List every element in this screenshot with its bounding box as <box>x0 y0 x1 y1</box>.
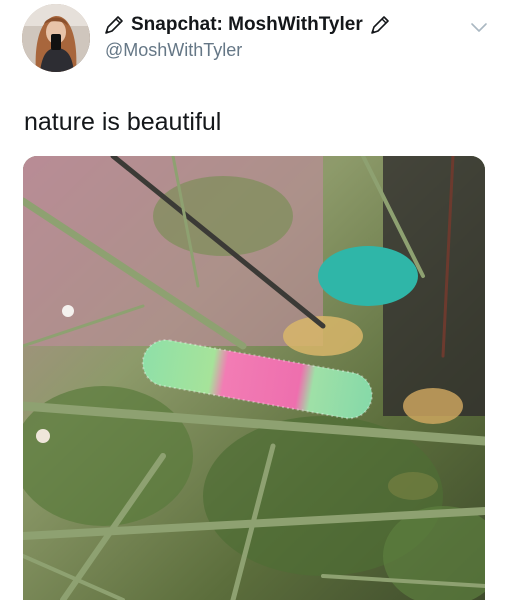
user-avatar[interactable] <box>22 4 90 72</box>
pencil-icon <box>369 14 391 36</box>
chevron-down-icon[interactable] <box>468 18 490 36</box>
user-handle[interactable]: @MoshWithTyler <box>105 40 391 61</box>
tweet-media-image[interactable] <box>23 156 485 600</box>
gummy-worm-photo <box>23 156 485 600</box>
avatar-photo <box>22 4 90 72</box>
user-names: Snapchat: MoshWithTyler @MoshWithTyler <box>103 12 391 61</box>
tweet-text: nature is beautiful <box>24 108 222 136</box>
pencil-icon <box>103 14 125 36</box>
tweet-card: Snapchat: MoshWithTyler @MoshWithTyler n… <box>0 0 508 600</box>
display-name[interactable]: Snapchat: MoshWithTyler <box>131 14 363 36</box>
